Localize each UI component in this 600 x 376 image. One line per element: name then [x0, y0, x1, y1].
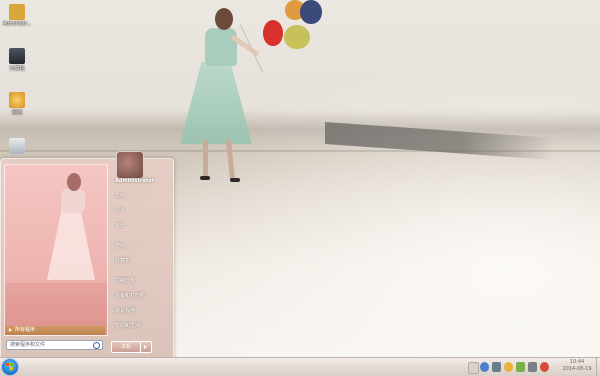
windows-logo-icon: [6, 363, 14, 371]
start-menu-programs-pane: [4, 164, 108, 336]
start-menu-item-documents[interactable]: 文档: [111, 189, 171, 204]
wallpaper-shoe: [230, 178, 240, 182]
balloon-blue: [300, 0, 322, 24]
wallpaper-girl-leg: [203, 140, 208, 178]
qq-tray-icon[interactable]: [504, 362, 513, 372]
pane-image-girl: [67, 173, 81, 191]
recycle-bin-icon: [9, 138, 25, 154]
computer-icon: [9, 48, 25, 64]
start-menu-item-control-panel[interactable]: 控制面板: [111, 274, 171, 289]
show-desktop-button[interactable]: [596, 358, 600, 376]
show-hidden-icons-icon[interactable]: [468, 362, 479, 374]
network-icon: [9, 92, 25, 108]
taskbar: 10:44 2014-08-19: [0, 357, 600, 376]
shutdown-button[interactable]: 关机: [111, 341, 141, 353]
clock-date: 2014-08-19: [562, 366, 592, 372]
security-tray-icon[interactable]: [516, 362, 525, 372]
balloon-yellow: [284, 25, 310, 49]
start-menu-item-devices-printers[interactable]: 设备和打印机: [111, 289, 171, 304]
network-tray-icon[interactable]: [492, 362, 501, 372]
balloon-string: [240, 24, 263, 73]
chevron-right-icon: [9, 327, 12, 332]
start-search-input[interactable]: 搜索程序和文件: [6, 340, 103, 350]
all-programs-label: 所有程序: [15, 327, 36, 333]
start-button[interactable]: [2, 359, 18, 375]
wallpaper-girl-skirt: [180, 62, 252, 144]
start-menu-user-name[interactable]: Administrator: [111, 174, 171, 189]
pane-image-girl: [61, 189, 85, 213]
desktop-icon-computer[interactable]: 计算机: [2, 48, 32, 72]
start-menu-item-pictures[interactable]: 图片: [111, 204, 171, 219]
desktop-icon-label: 网络: [11, 110, 22, 116]
start-menu-item-default-programs[interactable]: 默认程序: [111, 304, 171, 319]
ground-line: [0, 150, 600, 152]
antivirus-tray-icon[interactable]: [540, 362, 549, 372]
shutdown-options-button[interactable]: [140, 341, 152, 353]
start-menu-item-help-support[interactable]: 帮助和支持: [111, 319, 171, 334]
wallpaper-shoe: [200, 176, 210, 180]
wallpaper-girl-head: [215, 8, 233, 30]
desktop-icon-label: 计算机: [9, 66, 25, 72]
all-programs-button[interactable]: 所有程序: [5, 326, 105, 335]
start-menu-item-music[interactable]: 音乐: [111, 219, 171, 234]
user-folder-icon: [9, 4, 25, 20]
volume-icon[interactable]: [528, 362, 537, 372]
desktop-icon-label: Administr...: [2, 21, 32, 27]
desktop-icon-network[interactable]: 网络: [2, 92, 32, 116]
taskbar-clock[interactable]: 10:44 2014-08-19: [559, 359, 595, 373]
desktop-icon-administrator[interactable]: Administr...: [2, 4, 32, 27]
start-menu-item-games[interactable]: 游戏: [111, 239, 171, 254]
search-icon: [93, 342, 100, 349]
clock-time: 10:44: [569, 359, 585, 365]
help-icon[interactable]: [480, 362, 489, 372]
balloon-red: [263, 20, 283, 46]
start-menu-item-computer[interactable]: 计算机: [111, 254, 171, 269]
pane-image-girl: [47, 210, 95, 280]
search-placeholder: 搜索程序和文件: [10, 342, 46, 348]
start-menu: 所有程序 搜索程序和文件 Administrator 文档 图片 音乐 游戏 计…: [0, 151, 174, 359]
desktop-icon-recycle-bin[interactable]: [2, 138, 32, 155]
wallpaper-girl-body: [205, 28, 237, 66]
start-menu-right-pane: Administrator 文档 图片 音乐 游戏 计算机 控制面板 设备和打印…: [111, 174, 171, 334]
